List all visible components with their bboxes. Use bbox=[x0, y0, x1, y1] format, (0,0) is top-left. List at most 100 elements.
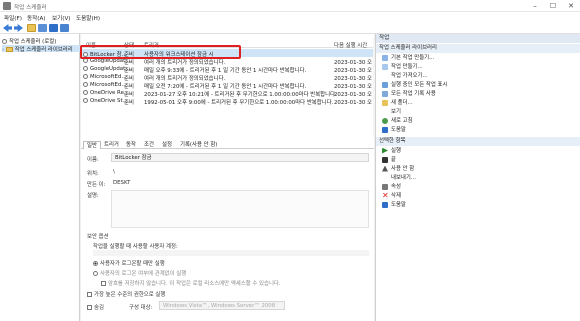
disable-icon bbox=[382, 165, 388, 172]
author-value: DESKT bbox=[113, 180, 131, 186]
action-create-task[interactable]: 작업 만들기... bbox=[376, 63, 580, 71]
task-icon bbox=[83, 98, 88, 103]
blank-icon bbox=[382, 109, 388, 115]
action-show-running-tasks[interactable]: 실행 중인 모든 작업 표시 bbox=[376, 81, 580, 89]
tab-actions[interactable]: 동작 bbox=[123, 141, 139, 149]
app-icon bbox=[3, 2, 11, 10]
running-tasks-icon bbox=[382, 81, 388, 88]
highlight-box bbox=[80, 45, 241, 59]
table-row[interactable]: GoogleUpdat... 준비 매일 오후 9:33에 - 트리거된 후 1… bbox=[81, 65, 374, 74]
show-hide-tree-icon[interactable] bbox=[38, 24, 47, 32]
task-icon bbox=[83, 82, 88, 87]
blank-icon bbox=[382, 175, 388, 181]
location-value: \ bbox=[113, 169, 115, 175]
blank-icon bbox=[382, 73, 388, 79]
title-bar: 작업 스케줄러 – ☐ ✕ bbox=[0, 0, 580, 12]
help-icon bbox=[382, 126, 388, 133]
tab-general[interactable]: 일반 bbox=[83, 141, 101, 149]
menu-file[interactable]: 파일(F) bbox=[4, 14, 22, 22]
action-view[interactable]: 보기 bbox=[376, 108, 580, 116]
tab-history[interactable]: 기록(사용 안 함) bbox=[177, 141, 220, 149]
column-header-next-run[interactable]: 다음 실행 시간 bbox=[334, 41, 367, 49]
action-new-folder[interactable]: 새 폴더... bbox=[376, 99, 580, 107]
checkbox-icon[interactable] bbox=[101, 281, 106, 286]
properties-icon bbox=[382, 183, 388, 190]
tree-root[interactable]: 작업 스케줄러 (로컬) bbox=[2, 37, 56, 45]
show-hide-actions-icon[interactable] bbox=[60, 24, 69, 32]
wizard-icon bbox=[382, 54, 388, 61]
action-help-selected[interactable]: 도움말 bbox=[376, 201, 580, 209]
help-icon[interactable] bbox=[49, 24, 58, 32]
checkbox-icon[interactable] bbox=[87, 305, 92, 310]
task-icon bbox=[83, 90, 88, 95]
action-disable[interactable]: 사용 안 함 bbox=[376, 165, 580, 173]
maximize-button[interactable]: ☐ bbox=[544, 0, 562, 12]
account-text: 작업을 실행할 때 사용할 사용자 계정: bbox=[93, 244, 178, 250]
help-icon bbox=[382, 201, 388, 208]
radio-run-any[interactable]: 사용자의 로그온 여부에 관계없이 실행 bbox=[93, 269, 186, 277]
radio-icon[interactable] bbox=[93, 271, 98, 276]
task-icon bbox=[83, 66, 88, 71]
account-field bbox=[93, 250, 369, 256]
configure-label: 구성 대상: bbox=[129, 305, 153, 311]
table-row[interactable]: OneDrive Re... 준비 2023-01-27 오후 10:21에 -… bbox=[81, 89, 374, 98]
menu-help[interactable]: 도움말(H) bbox=[76, 14, 100, 22]
folder-up-icon[interactable] bbox=[27, 24, 36, 32]
menu-view[interactable]: 보기(V) bbox=[52, 14, 70, 22]
action-enable-history[interactable]: 모든 작업 기록 사용 bbox=[376, 90, 580, 98]
table-row[interactable]: OneDrive St... 준비 1992-05-01 오후 9:00에 - … bbox=[81, 97, 374, 106]
menu-bar: 파일(F) 동작(A) 보기(V) 도움말(H) bbox=[0, 12, 580, 22]
action-help[interactable]: 도움말 bbox=[376, 126, 580, 134]
action-refresh[interactable]: 새로 고침 bbox=[376, 117, 580, 125]
folder-icon bbox=[5, 47, 13, 52]
minimize-button[interactable]: – bbox=[526, 0, 544, 12]
action-import-task[interactable]: 작업 가져오기... bbox=[376, 72, 580, 80]
checkbox-highest-privileges[interactable]: 가장 높은 수준의 권한으로 실행 bbox=[87, 290, 165, 298]
author-label: 만든 이: bbox=[87, 182, 106, 188]
navigation-tree: 작업 스케줄러 (로컬) › 작업 스케줄러 라이브러리 bbox=[0, 34, 80, 321]
action-export[interactable]: 내보내기... bbox=[376, 174, 580, 182]
action-properties[interactable]: 속성 bbox=[376, 183, 580, 191]
general-tab-panel: 이름: BitLocker 잠금 위치: \ 만든 이: DESKT 설명: 보… bbox=[81, 149, 374, 321]
actions-pane: 작업 작업 스케줄러 라이브러리 기본 작업 만들기... 작업 만들기... … bbox=[375, 34, 580, 321]
detail-tabs: 일반 트리거 동작 조건 설정 기록(사용 안 함) bbox=[81, 140, 374, 149]
refresh-icon bbox=[382, 117, 388, 124]
actions-header: 작업 bbox=[376, 34, 580, 43]
table-row[interactable]: MicrosoftEd... 준비 매일 오전 7:20에 - 트리거된 후 1… bbox=[81, 81, 374, 90]
expand-arrow-icon[interactable]: › bbox=[2, 47, 4, 53]
menu-action[interactable]: 동작(A) bbox=[27, 14, 45, 22]
clock-icon bbox=[2, 39, 7, 44]
action-delete[interactable]: ✕ 삭제 bbox=[376, 190, 580, 200]
close-button[interactable]: ✕ bbox=[562, 0, 580, 12]
radio-run-logged-on[interactable]: 사용자가 로그온할 때만 실행 bbox=[93, 259, 165, 267]
toolbar bbox=[0, 22, 580, 34]
action-run[interactable]: 실행 bbox=[376, 147, 580, 155]
delete-icon: ✕ bbox=[382, 190, 389, 200]
task-icon bbox=[382, 63, 388, 70]
forward-icon[interactable] bbox=[14, 24, 23, 32]
checkbox-no-password[interactable]: 암호를 저장하지 않습니다. 이 작업은 로컬 리소스에만 액세스할 수 있습니… bbox=[101, 279, 281, 287]
tab-conditions[interactable]: 조건 bbox=[141, 141, 157, 149]
run-icon bbox=[382, 147, 388, 154]
name-field[interactable]: BitLocker 잠금 bbox=[111, 153, 369, 162]
tab-settings[interactable]: 설정 bbox=[159, 141, 175, 149]
actions-selected-section[interactable]: 선택한 항목 bbox=[376, 137, 580, 146]
name-label: 이름: bbox=[87, 157, 99, 163]
description-field[interactable] bbox=[111, 190, 369, 228]
action-create-basic-task[interactable]: 기본 작업 만들기... bbox=[376, 54, 580, 62]
actions-library-section[interactable]: 작업 스케줄러 라이브러리 bbox=[376, 44, 580, 53]
table-row[interactable]: MicrosoftEd... 준비 여러 개의 트리거가 정의되었습니다. 20… bbox=[81, 73, 374, 82]
tab-triggers[interactable]: 트리거 bbox=[101, 141, 122, 149]
window-title: 작업 스케줄러 bbox=[14, 5, 47, 11]
location-label: 위치: bbox=[87, 171, 99, 177]
action-end[interactable]: 끝 bbox=[376, 156, 580, 164]
tree-item-library[interactable]: › 작업 스케줄러 라이브러리 bbox=[2, 45, 80, 53]
security-options-header: 보안 옵션 bbox=[87, 234, 109, 240]
radio-selected-icon[interactable] bbox=[93, 261, 98, 266]
back-icon[interactable] bbox=[3, 24, 12, 32]
description-label: 설명: bbox=[87, 193, 99, 199]
task-icon bbox=[83, 74, 88, 79]
configure-select[interactable]: Windows Vista™, Windows Server™ 2008 bbox=[159, 301, 285, 310]
checkbox-icon[interactable] bbox=[87, 292, 92, 297]
checkbox-hidden[interactable]: 숨김 bbox=[87, 303, 104, 311]
